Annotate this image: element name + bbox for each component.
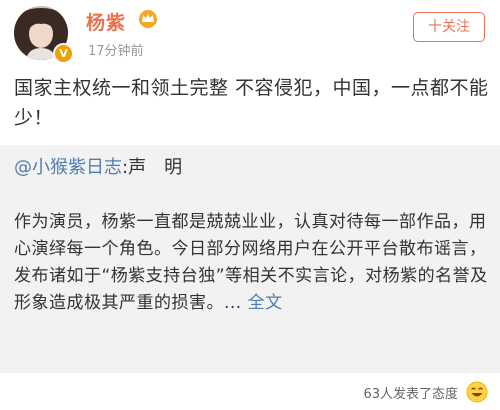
reaction-count[interactable]: 63人发表了态度 [363,383,458,402]
crown-icon [139,10,157,28]
repost-body: 作为演员，杨紫一直都是兢兢业业，认真对待每一部作品，用心演绎每一个角色。今日部分… [14,209,492,317]
post-footer: 63人发表了态度 [0,373,500,410]
repost-card[interactable]: @小猴紫日志:声 明 作为演员，杨紫一直都是兢兢业业，认真对待每一部作品，用心演… [0,145,500,373]
post-header: V 杨紫 17分钟前 十关注 [0,0,500,68]
username[interactable]: 杨紫 [86,8,126,35]
post-text: 国家主权统一和领土完整 不容侵犯，中国，一点都不能少！ [14,77,489,129]
repost-title: :声 明 [122,157,183,178]
smile-emoji-icon[interactable] [466,381,488,403]
repost-author-link[interactable]: @小猴紫日志 [14,157,122,178]
post-timestamp: 17分钟前 [88,44,144,59]
follow-button[interactable]: 十关注 [413,12,485,42]
vip-badge-icon: V [53,43,74,64]
read-more-link[interactable]: 全文 [248,293,283,313]
repost-header: @小猴紫日志:声 明 [14,155,182,181]
